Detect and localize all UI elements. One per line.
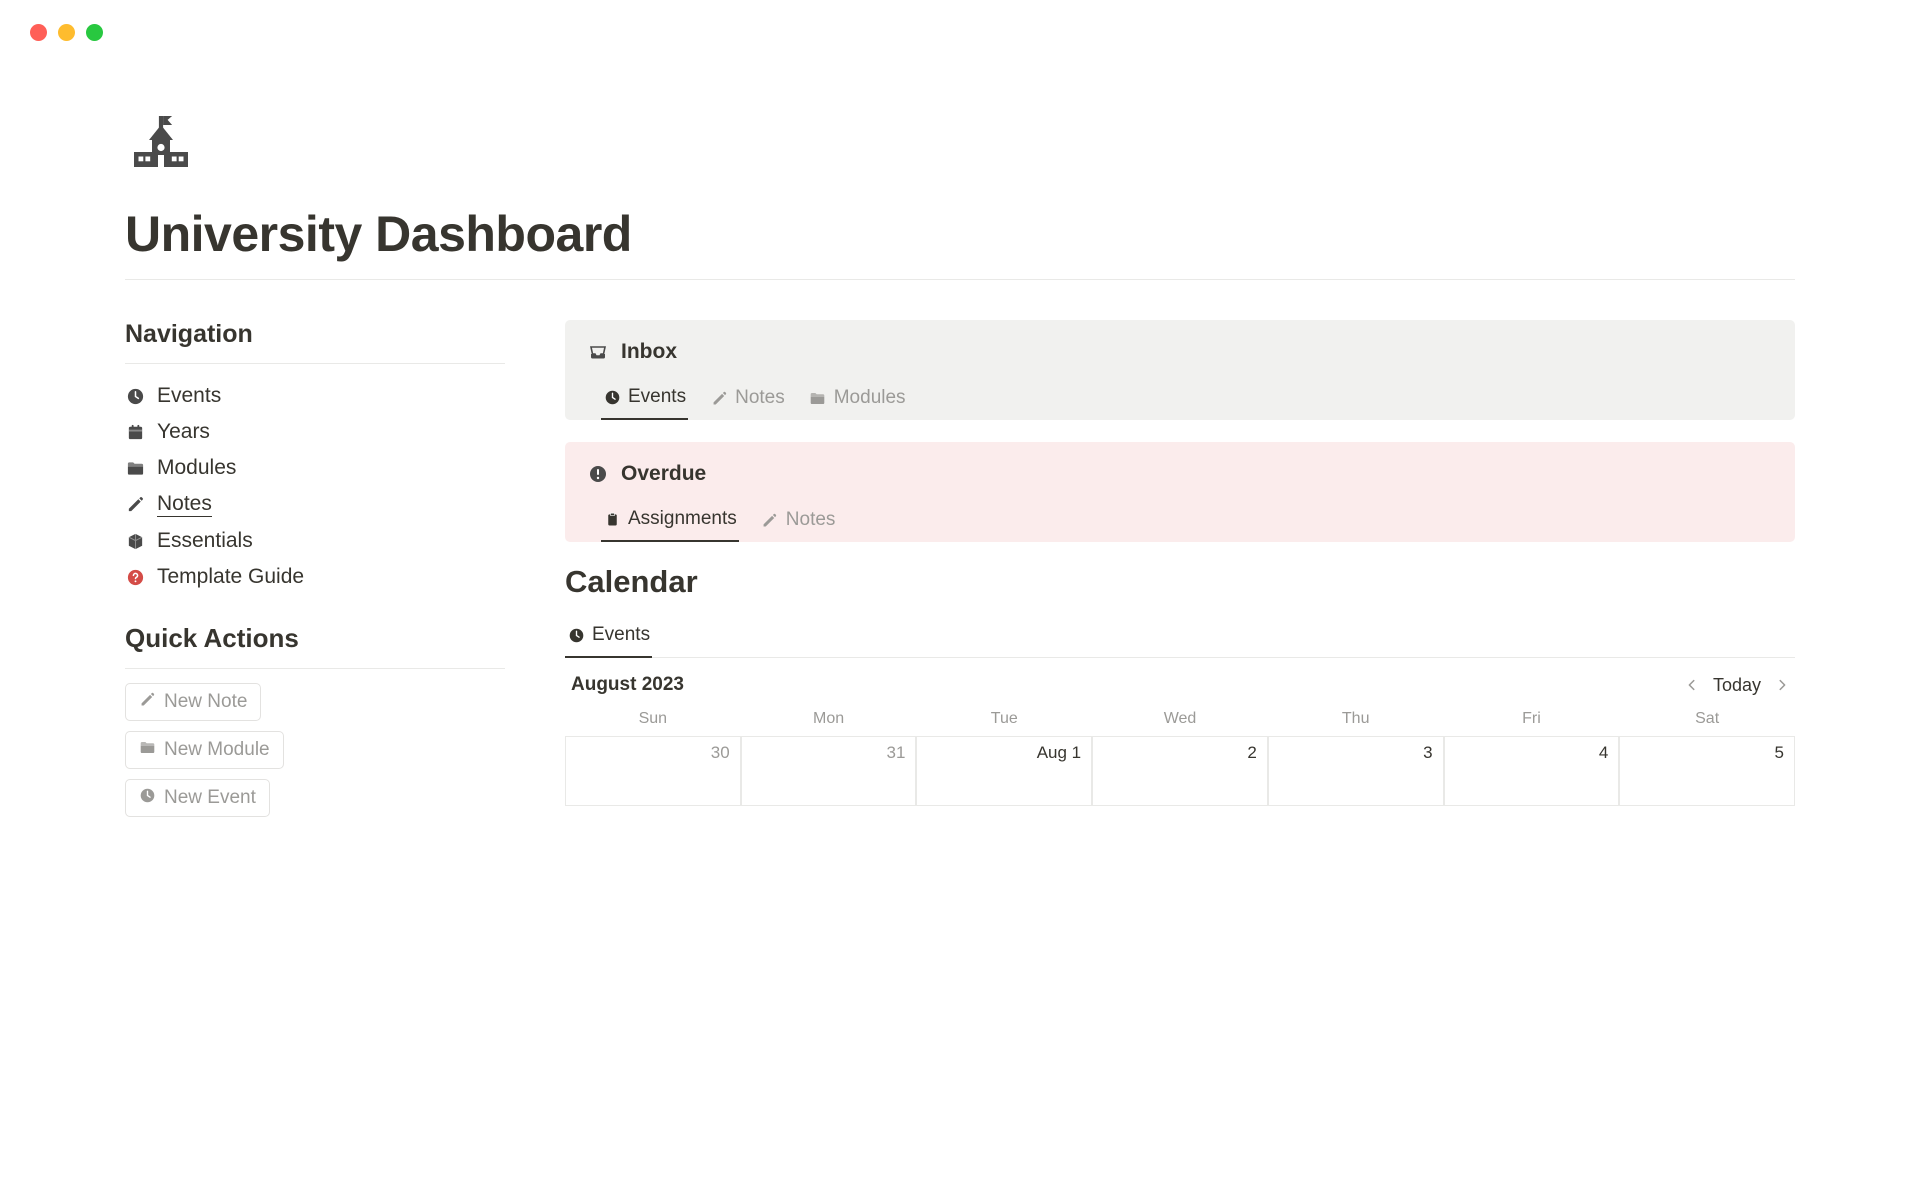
- nav-label: Notes: [157, 492, 212, 517]
- calendar-today-button[interactable]: Today: [1713, 675, 1761, 696]
- nav-label: Events: [157, 384, 221, 408]
- inbox-icon: [587, 341, 609, 363]
- maximize-window-button[interactable]: [86, 24, 103, 41]
- nav-item-template-guide[interactable]: Template Guide: [125, 559, 505, 595]
- page-icon-school[interactable]: [125, 111, 1795, 187]
- navigation-divider: [125, 363, 505, 364]
- inbox-tab-modules[interactable]: Modules: [807, 380, 908, 420]
- nav-item-events[interactable]: Events: [125, 378, 505, 414]
- nav-label: Years: [157, 420, 210, 444]
- clipboard-icon: [603, 510, 621, 528]
- tab-label: Notes: [786, 509, 836, 531]
- nav-label: Essentials: [157, 529, 253, 553]
- nav-label: Modules: [157, 456, 236, 480]
- title-divider: [125, 279, 1795, 280]
- calendar-tab-label: Events: [592, 624, 650, 646]
- navigation-heading: Navigation: [125, 320, 505, 349]
- inbox-card: Inbox Events Notes Modules: [565, 320, 1795, 420]
- folder-icon: [139, 739, 156, 761]
- alert-icon: [587, 463, 609, 485]
- calendar-prev-button[interactable]: [1685, 678, 1699, 692]
- tab-label: Notes: [735, 387, 785, 409]
- quick-actions-divider: [125, 668, 505, 669]
- tab-label: Events: [628, 386, 686, 408]
- calendar-heading: Calendar: [565, 564, 1795, 600]
- calendar-cell[interactable]: 30: [565, 736, 741, 806]
- quick-action-new-event[interactable]: New Event: [125, 779, 270, 817]
- quick-action-label: New Module: [164, 739, 270, 761]
- calendar-tab-events[interactable]: Events: [565, 618, 652, 658]
- inbox-title: Inbox: [621, 340, 677, 364]
- window-traffic-lights: [0, 0, 1920, 41]
- nav-item-essentials[interactable]: Essentials: [125, 523, 505, 559]
- nav-label: Template Guide: [157, 565, 304, 589]
- calendar-dow-sat: Sat: [1619, 706, 1795, 736]
- calendar-dow-thu: Thu: [1268, 706, 1444, 736]
- overdue-tab-assignments[interactable]: Assignments: [601, 502, 739, 542]
- calendar-cell[interactable]: 2: [1092, 736, 1268, 806]
- calendar-next-button[interactable]: [1775, 678, 1789, 692]
- overdue-title: Overdue: [621, 462, 706, 486]
- quick-action-new-module[interactable]: New Module: [125, 731, 284, 769]
- calendar-dow-tue: Tue: [916, 706, 1092, 736]
- clock-icon: [567, 626, 585, 644]
- pencil-icon: [761, 511, 779, 529]
- overdue-tab-notes[interactable]: Notes: [759, 502, 838, 542]
- folder-icon: [809, 389, 827, 407]
- quick-actions-heading: Quick Actions: [125, 623, 505, 654]
- calendar-dow-fri: Fri: [1444, 706, 1620, 736]
- nav-item-years[interactable]: Years: [125, 414, 505, 450]
- calendar-dow-wed: Wed: [1092, 706, 1268, 736]
- calendar-cell[interactable]: Aug 1: [916, 736, 1092, 806]
- calendar-cell[interactable]: 3: [1268, 736, 1444, 806]
- clock-icon: [139, 787, 156, 809]
- overdue-card: Overdue Assignments Notes: [565, 442, 1795, 542]
- minimize-window-button[interactable]: [58, 24, 75, 41]
- inbox-tab-notes[interactable]: Notes: [708, 380, 787, 420]
- calendar-dow-mon: Mon: [741, 706, 917, 736]
- quick-action-label: New Event: [164, 787, 256, 809]
- page-title: University Dashboard: [125, 205, 1795, 263]
- calendar-cell[interactable]: 4: [1444, 736, 1620, 806]
- quick-action-label: New Note: [164, 691, 247, 713]
- calendar-cell[interactable]: 31: [741, 736, 917, 806]
- clock-icon: [125, 386, 146, 407]
- pencil-icon: [710, 389, 728, 407]
- tab-label: Modules: [834, 387, 906, 409]
- pencil-icon: [139, 691, 156, 713]
- nav-item-notes[interactable]: Notes: [125, 486, 505, 523]
- pencil-icon: [125, 494, 146, 515]
- calendar-icon: [125, 422, 146, 443]
- calendar-cell[interactable]: 5: [1619, 736, 1795, 806]
- tab-label: Assignments: [628, 508, 737, 530]
- calendar-month-label: August 2023: [571, 674, 684, 696]
- nav-item-modules[interactable]: Modules: [125, 450, 505, 486]
- box-icon: [125, 531, 146, 552]
- folder-icon: [125, 458, 146, 479]
- clock-icon: [603, 388, 621, 406]
- quick-action-new-note[interactable]: New Note: [125, 683, 261, 721]
- help-red-icon: [125, 567, 146, 588]
- inbox-tab-events[interactable]: Events: [601, 380, 688, 420]
- calendar-dow-sun: Sun: [565, 706, 741, 736]
- close-window-button[interactable]: [30, 24, 47, 41]
